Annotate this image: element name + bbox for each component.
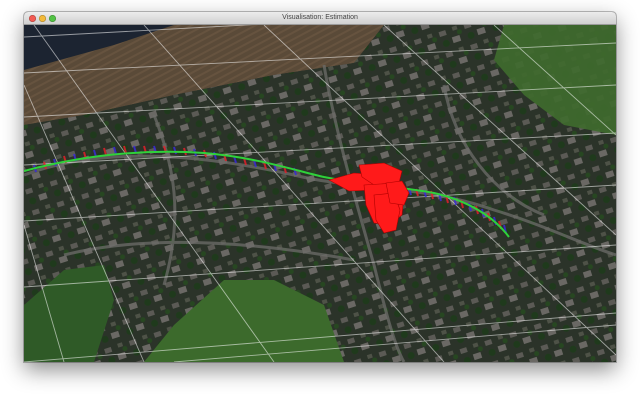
window-title: Visualisation: Estimation [282,14,358,21]
title-bar: Visualisation: Estimation [24,12,616,25]
visualisation-window: Visualisation: Estimation [24,12,616,362]
3d-viewport[interactable] [24,25,616,362]
aerial-map-scene[interactable] [24,25,616,362]
